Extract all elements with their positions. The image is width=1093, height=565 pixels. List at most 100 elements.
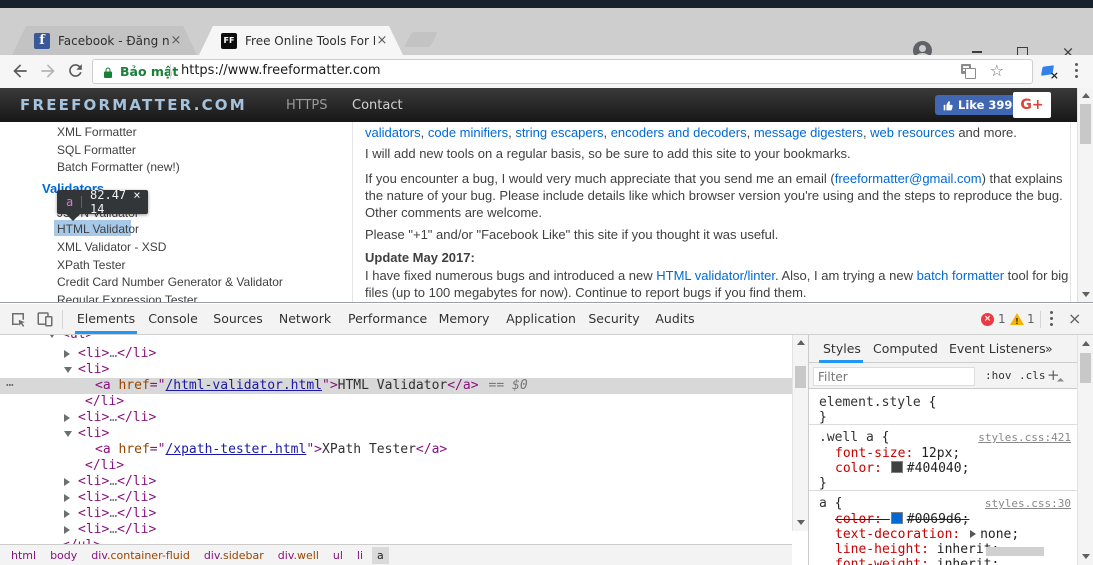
scroll-down-icon[interactable] (1082, 292, 1090, 297)
attr-value-link[interactable]: /xpath-tester.html (165, 442, 306, 457)
translate-icon[interactable] (961, 64, 976, 79)
scrollbar-thumb[interactable] (1080, 104, 1091, 144)
tab-close-icon[interactable] (169, 34, 183, 48)
stylesheet-link[interactable]: styles.css:421 (978, 430, 1071, 445)
collapse-arrow-icon[interactable] (64, 431, 72, 437)
sidebar-item-xml-validator-xsd[interactable]: XML Validator - XSD (57, 240, 166, 254)
crumb-ul[interactable]: ul (328, 547, 348, 564)
nav-https[interactable]: HTTPS (286, 98, 328, 113)
scrollbar-thumb[interactable] (1080, 353, 1091, 383)
link-code-minifiers[interactable]: code minifiers (428, 125, 508, 140)
new-style-rule-button[interactable]: + (1047, 363, 1060, 389)
scroll-down-icon[interactable] (797, 520, 805, 525)
expand-arrow-icon[interactable] (64, 478, 70, 486)
dom-node-li-collapsed[interactable]: <li>…</li> (0, 474, 792, 490)
crumb-well[interactable]: div.well (273, 547, 324, 564)
css-property[interactable]: font-size12px (835, 446, 960, 461)
css-property[interactable]: line-heightinherit (835, 542, 999, 557)
tab-memory[interactable]: Memory (436, 304, 492, 334)
tab-elements[interactable]: Elements (75, 304, 137, 334)
more-tabs-chevron[interactable]: » (1045, 335, 1053, 362)
expand-arrow-icon[interactable] (64, 510, 70, 518)
browser-tab-freeformatter[interactable]: Free Online Tools For Dev (199, 26, 403, 55)
google-plus-button[interactable]: G+ (1013, 92, 1051, 118)
crumb-a-selected[interactable]: a (372, 546, 389, 564)
rule-a[interactable]: a { (819, 496, 842, 511)
browser-tab-facebook[interactable]: Facebook - Đăng nhập h (12, 26, 197, 55)
dom-tree-scrollbar[interactable] (792, 335, 808, 531)
error-badge-icon[interactable] (981, 313, 994, 326)
address-bar[interactable]: Bảo mật (92, 59, 1033, 84)
tab-application[interactable]: Application (506, 304, 576, 334)
scroll-up-icon[interactable] (797, 340, 805, 345)
ellipsis[interactable]: … (109, 410, 117, 425)
link-html-validator-linter[interactable]: HTML validator/linter (656, 268, 775, 283)
expand-arrow-icon[interactable] (64, 494, 70, 502)
secure-lock-icon[interactable] (102, 65, 114, 84)
scroll-down-icon[interactable] (1082, 554, 1090, 559)
css-property-overridden[interactable]: color#0069d6 (835, 512, 969, 527)
toggle-element-classes[interactable]: .cls (1019, 363, 1046, 389)
dom-node-li-open[interactable]: <li> (0, 426, 792, 442)
css-property[interactable]: color#404040 (835, 461, 969, 476)
url-input[interactable] (181, 63, 861, 78)
ellipsis[interactable]: … (109, 522, 117, 537)
nav-contact[interactable]: Contact (352, 98, 403, 113)
link-encoders-decoders[interactable]: encoders and decoders (611, 125, 747, 140)
toggle-hover-state[interactable]: :hov (985, 363, 1012, 389)
inspect-element-icon[interactable] (9, 310, 27, 328)
crumb-li[interactable]: li (352, 547, 368, 564)
link-message-digesters[interactable]: message digesters (754, 125, 863, 140)
crumb-sidebar[interactable]: div.sidebar (199, 547, 269, 564)
styles-filter-input[interactable] (813, 367, 975, 386)
extension-icon[interactable] (1040, 64, 1058, 80)
sidebar-item-credit-card-generator[interactable]: Credit Card Number Generator & Validator (57, 275, 283, 289)
link-validators[interactable]: validators (365, 125, 421, 140)
dom-node-li-collapsed[interactable]: <li>…</li> (0, 506, 792, 522)
dom-node-selected-anchor[interactable]: ⋯ <a href="/html-validator.html">HTML Va… (0, 378, 792, 394)
tab-close-icon[interactable] (375, 34, 389, 48)
scroll-up-icon[interactable] (1082, 93, 1090, 98)
link-batch-formatter[interactable]: batch formatter (917, 268, 1004, 283)
tab-network[interactable]: Network (276, 304, 334, 334)
ellipsis[interactable]: … (109, 346, 117, 361)
tab-audits[interactable]: Audits (652, 304, 698, 334)
link-web-resources[interactable]: web resources (870, 125, 955, 140)
dom-node-li-close[interactable]: </li> (0, 458, 792, 474)
dom-node-li-collapsed[interactable]: <li>…</li> (0, 410, 792, 426)
styles-scrollbar[interactable] (1077, 335, 1093, 565)
horizontal-scrollbar-thumb[interactable] (986, 547, 1044, 556)
link-email[interactable]: freeformatter@gmail.com (835, 171, 982, 186)
expand-arrow-icon[interactable] (64, 414, 70, 422)
scroll-up-icon[interactable] (1082, 341, 1090, 346)
collapse-arrow-icon[interactable] (64, 367, 72, 373)
expand-arrow-icon[interactable] (48, 335, 56, 338)
devtools-menu-icon[interactable] (1050, 311, 1053, 314)
error-count[interactable]: 1 (998, 304, 1006, 335)
sidebar-item-xml-formatter[interactable]: XML Formatter (57, 125, 137, 139)
tab-console[interactable]: Console (146, 304, 200, 334)
reload-button[interactable] (66, 61, 86, 81)
warning-count[interactable]: 1 (1027, 304, 1035, 335)
tab-sources[interactable]: Sources (210, 304, 266, 334)
link-string-escapers[interactable]: string escapers (515, 125, 603, 140)
facebook-like-button[interactable]: Like 399 (935, 95, 1021, 115)
forward-button[interactable] (38, 61, 58, 81)
device-toolbar-icon[interactable] (36, 310, 54, 328)
scrollbar-thumb[interactable] (795, 366, 806, 388)
ellipsis[interactable]: … (109, 490, 117, 505)
dom-node-li-close[interactable]: </li> (0, 394, 792, 410)
stylesheet-link[interactable]: styles.css:30 (985, 496, 1071, 511)
sidebar-item-xpath-tester[interactable]: XPath Tester (57, 258, 125, 272)
dom-node-li-collapsed[interactable]: <li>…</li> (0, 490, 792, 506)
warning-badge-icon[interactable] (1010, 313, 1024, 325)
sidebar-item-regex-tester[interactable]: Regular Expression Tester (57, 293, 198, 302)
color-swatch[interactable] (890, 461, 903, 473)
attr-value-link[interactable]: /html-validator.html (165, 378, 322, 393)
sidebar-item-sql-formatter[interactable]: SQL Formatter (57, 143, 136, 157)
browser-menu-icon[interactable] (1075, 63, 1078, 66)
expand-property-icon[interactable] (970, 530, 977, 538)
sidebar-item-html-validator[interactable]: HTML Validator (57, 222, 139, 236)
crumb-body[interactable]: body (45, 547, 82, 564)
site-logo[interactable]: FREEFORMATTER.COM (20, 96, 247, 114)
